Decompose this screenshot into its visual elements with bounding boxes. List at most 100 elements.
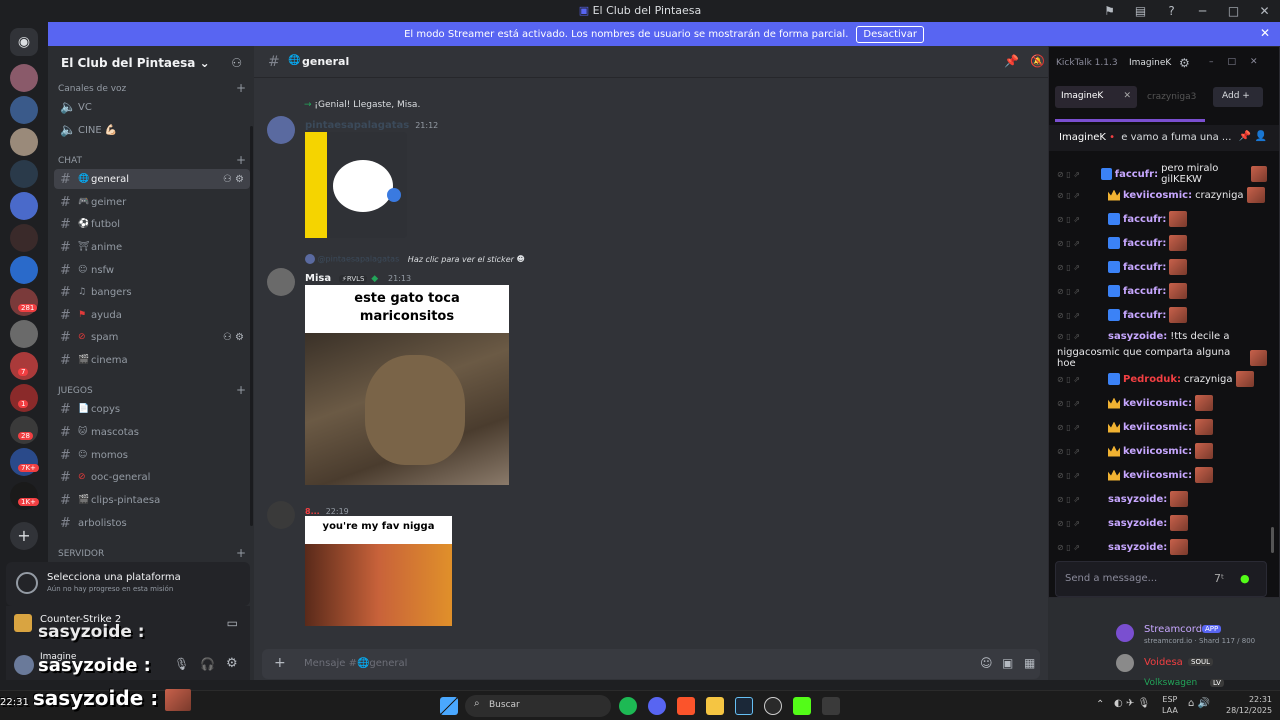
channel-anime[interactable]: # ⛩ anime xyxy=(54,237,250,257)
voice-channel-vc[interactable]: 🔈 VC xyxy=(54,97,250,117)
language-indicator[interactable]: ESP LAA xyxy=(1162,694,1178,716)
help-icon[interactable]: ? xyxy=(1156,4,1187,18)
start-icon[interactable] xyxy=(440,697,458,715)
channel-geimer[interactable]: # 🎮 geimer xyxy=(54,192,250,212)
kicktalk-tab[interactable]: crazyniga3 xyxy=(1147,92,1196,102)
kicktalk-message[interactable]: ⊘ ▯ ⇗ faccufr: xyxy=(1057,307,1267,323)
member-name[interactable]: Volkswagen xyxy=(1144,678,1197,688)
kicktalk-message[interactable]: ⊘ ▯ ⇗ keviicosmic: crazyniga xyxy=(1057,187,1267,203)
avatar[interactable] xyxy=(267,268,295,296)
message-controls-icon[interactable]: ⊘ ▯ ⇗ xyxy=(1057,311,1105,320)
pin-icon[interactable]: 📌 xyxy=(1004,54,1019,68)
channel-mascotas[interactable]: # 🐱 mascotas xyxy=(54,422,250,442)
pinned-message[interactable]: ImagineK • e vamo a fuma una ... 📌 👤 xyxy=(1049,125,1279,151)
kick-icon[interactable] xyxy=(793,697,811,715)
chat-username[interactable]: faccufr: xyxy=(1123,238,1166,249)
channel-settings-icon[interactable]: ⚇ ⚙ xyxy=(223,332,244,343)
message-controls-icon[interactable]: ⊘ ▯ ⇗ xyxy=(1057,239,1105,248)
category-chat[interactable]: CHAT xyxy=(58,156,82,166)
category-servidor[interactable]: SERVIDOR xyxy=(58,549,104,559)
sticker-image[interactable] xyxy=(305,132,407,238)
kicktalk-message[interactable]: ⊘ ▯ ⇗ faccufr: xyxy=(1057,259,1267,275)
channel-bangers[interactable]: # ♫ bangers xyxy=(54,282,250,302)
message-input[interactable]: Mensaje #🌐general xyxy=(304,658,407,669)
add-channel-icon[interactable]: + xyxy=(236,383,246,397)
quest-panel[interactable]: Selecciona una plataforma Aún no hay pro… xyxy=(6,562,250,606)
add-server-icon[interactable]: + xyxy=(10,522,38,550)
chat-username[interactable]: sasyzoide: xyxy=(1108,494,1167,505)
kicktalk-message[interactable]: ⊘ ▯ ⇗ sasyzoide: xyxy=(1057,539,1267,555)
message-controls-icon[interactable]: ⊘ ▯ ⇗ xyxy=(1057,543,1105,552)
message-controls-icon[interactable]: ⊘ ▯ ⇗ xyxy=(1057,287,1105,296)
member-avatar[interactable] xyxy=(1116,624,1134,642)
maximize-button[interactable]: □ xyxy=(1218,4,1249,18)
kicktalk-message[interactable]: ⊘ ▯ ⇗ keviicosmic: xyxy=(1057,395,1267,411)
channel-spam[interactable]: # ⊘ spam ⚇ ⚙ xyxy=(54,327,250,347)
gif-icon[interactable]: ▣ xyxy=(1002,656,1013,670)
category-voice[interactable]: Canales de voz xyxy=(58,84,126,94)
close-button[interactable]: ✕ xyxy=(1249,4,1280,18)
server-icon[interactable] xyxy=(10,64,38,92)
member-name[interactable]: Streamcord xyxy=(1144,624,1202,635)
avatar[interactable] xyxy=(267,116,295,144)
kicktalk-message[interactable]: ⊘ ▯ ⇗ sasyzoide: !tts decile a xyxy=(1057,331,1267,342)
emote-menu-icon[interactable]: 7ᵗ xyxy=(1214,572,1224,585)
member-name[interactable]: Voidesa xyxy=(1144,657,1183,668)
kicktalk-message[interactable]: ⊘ ▯ ⇗ faccufr: xyxy=(1057,211,1267,227)
kicktalk-message[interactable]: ⊘ ▯ ⇗ keviicosmic: xyxy=(1057,443,1267,459)
chat-username[interactable]: keviicosmic: xyxy=(1123,446,1192,457)
headphones-icon[interactable]: 🎧 xyxy=(200,657,215,671)
tray-icons[interactable]: ◐ ✈ 🎙 xyxy=(1114,698,1150,709)
channel-general[interactable]: # 🌐 general ⚇ ⚙ xyxy=(54,169,250,189)
channel-futbol[interactable]: # ⚽ futbol xyxy=(54,214,250,234)
tab-close-icon[interactable]: ✕ xyxy=(1123,91,1131,101)
kicktalk-account[interactable]: ImagineK xyxy=(1129,58,1171,68)
kicktalk-icon[interactable] xyxy=(822,697,840,715)
channel-arbolistos[interactable]: # arbolistos xyxy=(54,513,250,533)
message-controls-icon[interactable]: ⊘ ▯ ⇗ xyxy=(1057,332,1105,341)
chat-username[interactable]: keviicosmic: xyxy=(1123,190,1192,201)
kicktalk-message[interactable]: ⊘ ▯ ⇗ sasyzoide: xyxy=(1057,491,1267,507)
channel-ooc-general[interactable]: # ⊘ ooc-general xyxy=(54,467,250,487)
server-icon[interactable] xyxy=(10,96,38,124)
user-icon[interactable]: 👤 xyxy=(1255,131,1267,142)
chat-username[interactable]: faccufr: xyxy=(1123,262,1166,273)
add-tab-button[interactable]: Add + xyxy=(1213,87,1263,107)
channel-momos[interactable]: # ☺ momos xyxy=(54,445,250,465)
clock[interactable]: 22:31 28/12/2025 xyxy=(1226,694,1272,716)
network-volume-icons[interactable]: ⌂ 🔊 xyxy=(1188,698,1210,709)
pin-icon[interactable]: 📌 xyxy=(1239,131,1251,142)
brave-icon[interactable] xyxy=(677,697,695,715)
chat-username[interactable]: keviicosmic: xyxy=(1123,398,1192,409)
channel-cinema[interactable]: # 🎬 cinema xyxy=(54,350,250,370)
kick-emote-icon[interactable]: ● xyxy=(1240,572,1250,585)
add-channel-icon[interactable]: + xyxy=(236,153,246,167)
avatar[interactable] xyxy=(14,655,34,675)
avatar[interactable] xyxy=(267,501,295,529)
mic-icon[interactable]: 🎙 xyxy=(174,657,189,671)
sidebar-scrollbar[interactable] xyxy=(250,126,253,526)
gift-icon[interactable]: ☺ xyxy=(980,656,993,670)
channel-nsfw[interactable]: # ☺ nsfw xyxy=(54,260,250,280)
message-controls-icon[interactable]: ⊘ ▯ ⇗ xyxy=(1057,495,1105,504)
screen-share-icon[interactable]: ▭ xyxy=(227,616,238,630)
steam-icon[interactable] xyxy=(735,697,753,715)
message-controls-icon[interactable]: ⊘ ▯ ⇗ xyxy=(1057,423,1105,432)
server-icon[interactable] xyxy=(10,192,38,220)
kicktalk-message[interactable]: ⊘ ▯ ⇗ keviicosmic: xyxy=(1057,419,1267,435)
message-controls-icon[interactable]: ⊘ ▯ ⇗ xyxy=(1057,170,1098,179)
kicktalk-message[interactable]: ⊘ ▯ ⇗ Pedroduk: crazyniga xyxy=(1057,371,1267,387)
emoji-icon[interactable]: ▦ xyxy=(1024,656,1035,670)
member-avatar[interactable] xyxy=(1116,654,1134,672)
kicktalk-scrollbar[interactable] xyxy=(1271,527,1274,553)
add-attachment-icon[interactable]: + xyxy=(274,655,286,671)
message-controls-icon[interactable]: ⊘ ▯ ⇗ xyxy=(1057,447,1105,456)
discord-home-icon[interactable]: ◉ xyxy=(10,28,38,56)
chat-username[interactable]: sasyzoide: xyxy=(1108,542,1167,553)
server-icon[interactable] xyxy=(10,320,38,348)
server-icon[interactable] xyxy=(10,224,38,252)
chat-username[interactable]: Pedroduk: xyxy=(1123,374,1181,385)
spotify-icon[interactable] xyxy=(619,697,637,715)
taskbar-search[interactable]: ⌕ Buscar xyxy=(465,695,611,717)
add-channel-icon[interactable]: + xyxy=(236,81,246,95)
